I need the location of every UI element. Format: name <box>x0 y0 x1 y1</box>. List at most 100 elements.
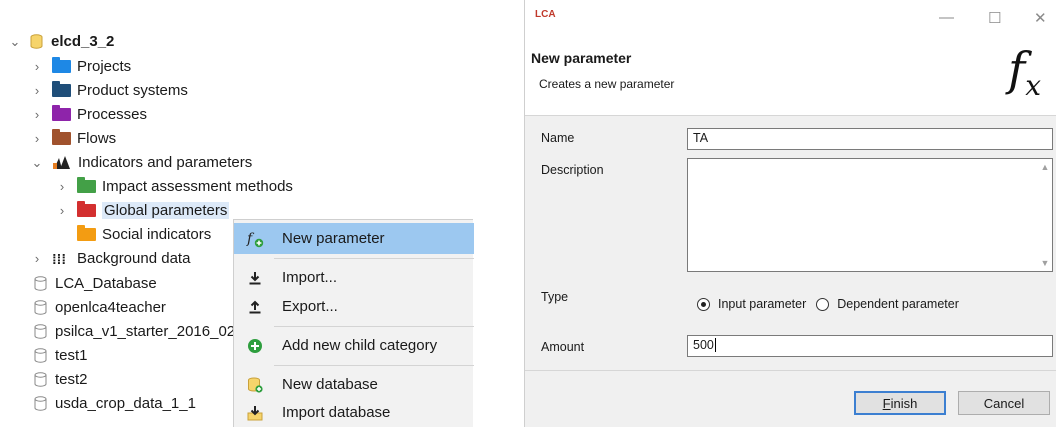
indicators-icon <box>53 155 70 169</box>
chevron-right-icon[interactable]: › <box>55 203 69 218</box>
scroll-down-icon[interactable]: ▼ <box>1041 258 1050 268</box>
description-label: Description <box>541 163 604 177</box>
menu-item-import-database[interactable]: Import database <box>234 397 474 428</box>
tree-item-label: Projects <box>77 58 132 75</box>
menu-item-label: Export... <box>282 298 338 315</box>
database-item[interactable]: test2 <box>34 368 88 391</box>
type-label: Type <box>541 290 569 304</box>
description-textarea[interactable]: ▲ ▼ <box>687 158 1053 272</box>
close-icon[interactable]: ✕ <box>1034 9 1047 27</box>
menu-item-label: New database <box>282 376 378 393</box>
context-menu: f New parameter Import... Export... Add … <box>233 219 474 428</box>
name-field[interactable]: TA <box>687 128 1053 150</box>
menu-item-new-database[interactable]: New database <box>234 369 474 400</box>
menu-item-label: Add new child category <box>282 337 438 354</box>
folder-icon <box>77 225 96 241</box>
finish-button[interactable]: Finish <box>854 391 946 415</box>
folder-icon <box>77 177 96 193</box>
menu-item-label: Import... <box>282 269 338 286</box>
chevron-right-icon[interactable]: › <box>30 107 44 122</box>
database-label: psilca_v1_starter_2016_02 <box>55 323 236 340</box>
tree-root-label: elcd_3_2 <box>51 33 115 50</box>
tree-item-flows[interactable]: › Flows <box>30 127 116 150</box>
folder-icon <box>52 105 71 121</box>
app-logo: LCA <box>535 9 556 20</box>
tree-item-label: Impact assessment methods <box>102 178 293 195</box>
tree-item-label: Processes <box>77 106 148 123</box>
database-item[interactable]: test1 <box>34 344 88 367</box>
input-parameter-radio[interactable] <box>697 297 710 311</box>
database-item[interactable]: openlca4teacher <box>34 296 166 319</box>
dialog-title: New parameter <box>531 50 632 66</box>
fx-plus-icon: f <box>242 230 268 248</box>
menu-separator <box>274 258 474 259</box>
database-icon <box>34 276 47 291</box>
folder-icon <box>52 81 71 97</box>
new-parameter-dialog: LCA — ☐ ✕ New parameter Creates a new pa… <box>524 0 1056 427</box>
dialog-subtitle: Creates a new parameter <box>539 77 675 91</box>
database-icon <box>34 372 47 387</box>
cancel-button[interactable]: Cancel <box>958 391 1050 415</box>
menu-item-label: Import database <box>282 404 391 421</box>
tree-item-projects[interactable]: › Projects <box>30 55 131 78</box>
menu-item-add-child-category[interactable]: Add new child category <box>234 330 474 361</box>
chevron-right-icon[interactable]: › <box>30 83 44 98</box>
folder-icon <box>77 201 96 217</box>
tree-root-elcd[interactable]: ⌄ elcd_3_2 <box>8 30 115 53</box>
tree-item-background-data[interactable]: › ⁞⁞⁞ Background data <box>30 247 191 270</box>
tree-item-label: Indicators and parameters <box>78 154 253 171</box>
radio-label: Dependent parameter <box>837 297 959 311</box>
type-radio-group: Input parameter Dependent parameter <box>697 297 959 311</box>
database-item[interactable]: usda_crop_data_1_1 <box>34 392 196 415</box>
grid-dots-icon: ⁞⁞⁞ <box>52 250 66 267</box>
dependent-parameter-radio[interactable] <box>816 297 830 311</box>
chevron-down-icon[interactable]: ⌄ <box>8 34 22 50</box>
database-item[interactable]: LCA_Database <box>34 272 157 295</box>
tree-item-impact-methods[interactable]: › Impact assessment methods <box>55 175 293 198</box>
export-icon <box>242 300 268 314</box>
database-icon <box>34 348 47 363</box>
tree-item-social-indicators[interactable]: › Social indicators <box>55 223 211 246</box>
maximize-icon[interactable]: ☐ <box>988 9 1001 27</box>
vertical-scrollbar[interactable]: ▲ ▼ <box>1038 159 1052 271</box>
menu-item-export[interactable]: Export... <box>234 291 474 322</box>
chevron-right-icon[interactable]: › <box>30 131 44 146</box>
name-label: Name <box>541 131 575 145</box>
tree-item-label: Background data <box>77 250 191 267</box>
chevron-right-icon[interactable]: › <box>55 179 69 194</box>
tree-item-label: Product systems <box>77 82 188 99</box>
amount-label: Amount <box>541 340 585 354</box>
database-item[interactable]: psilca_v1_starter_2016_02 <box>34 320 235 343</box>
fx-icon: fx <box>1008 42 1041 103</box>
database-label: test1 <box>55 347 88 364</box>
menu-item-new-parameter[interactable]: f New parameter <box>234 223 474 254</box>
window-titlebar: LCA — ☐ ✕ <box>525 0 1056 38</box>
svg-text:f: f <box>246 231 255 247</box>
amount-field[interactable]: 500 <box>687 335 1053 357</box>
folder-icon <box>52 129 71 145</box>
tree-item-processes[interactable]: › Processes <box>30 103 147 126</box>
chevron-right-icon[interactable]: › <box>30 251 44 266</box>
database-label: usda_crop_data_1_1 <box>55 395 196 412</box>
import-database-icon <box>242 405 268 421</box>
database-label: LCA_Database <box>55 275 157 292</box>
add-circle-icon <box>242 338 268 354</box>
database-label: test2 <box>55 371 88 388</box>
database-icon <box>34 324 47 339</box>
footer-divider <box>525 370 1056 371</box>
folder-icon <box>52 57 71 73</box>
tree-item-label: Social indicators <box>102 226 212 243</box>
database-icon <box>30 34 43 49</box>
database-icon <box>34 300 47 315</box>
import-icon <box>242 271 268 285</box>
chevron-down-icon[interactable]: ⌄ <box>30 155 44 171</box>
dialog-header: New parameter Creates a new parameter fx <box>525 38 1056 116</box>
menu-item-import[interactable]: Import... <box>234 262 474 293</box>
tree-item-indicators-parameters[interactable]: ⌄ Indicators and parameters <box>30 151 253 174</box>
tree-item-product-systems[interactable]: › Product systems <box>30 79 188 102</box>
tree-item-global-parameters[interactable]: › Global parameters <box>55 199 230 222</box>
database-label: openlca4teacher <box>55 299 166 316</box>
minimize-icon[interactable]: — <box>939 9 954 26</box>
scroll-up-icon[interactable]: ▲ <box>1041 162 1050 172</box>
chevron-right-icon[interactable]: › <box>30 59 44 74</box>
